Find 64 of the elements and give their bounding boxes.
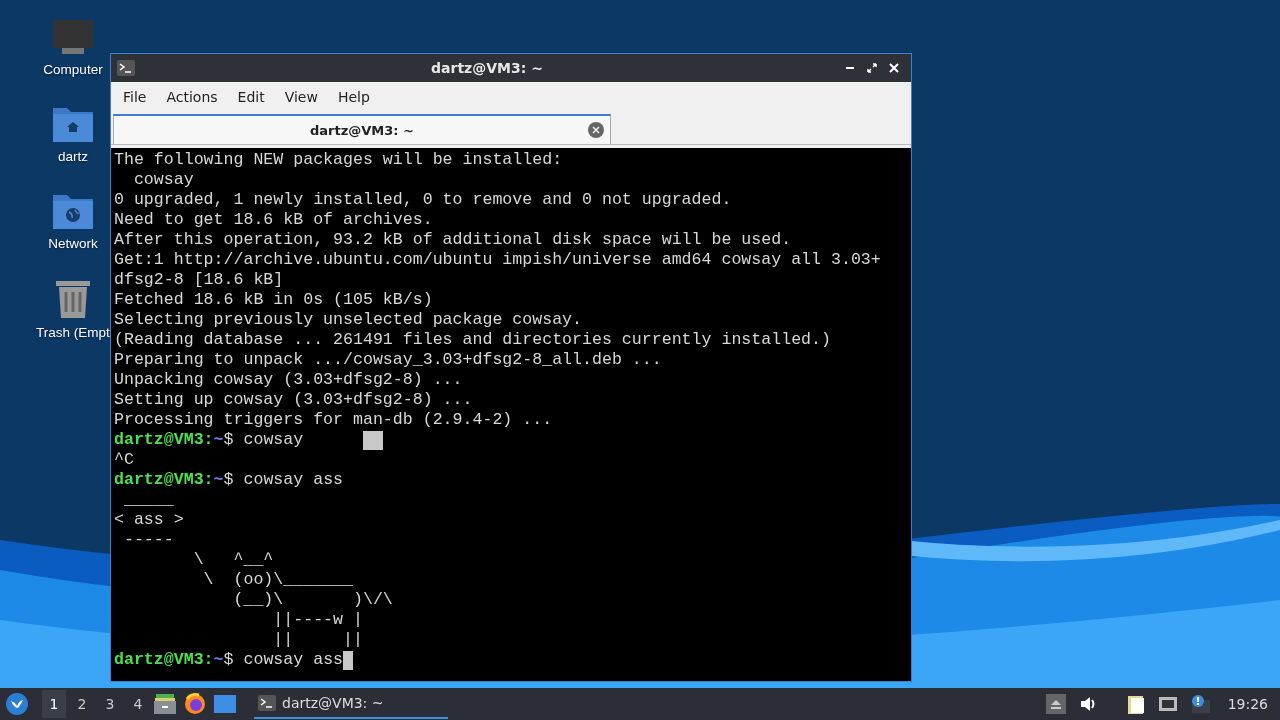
prompt-path: ~	[213, 430, 224, 450]
clipboard-icon[interactable]	[1125, 694, 1146, 714]
workspace-button[interactable]: 4	[126, 690, 150, 718]
output-line: (__)\ )\/\	[232, 590, 393, 610]
output-line: \ ^__^	[192, 550, 274, 570]
terminal-icon	[258, 695, 276, 711]
network-icon[interactable]	[1157, 694, 1178, 714]
workspace-button[interactable]: 2	[70, 690, 94, 718]
clock[interactable]: 19:26	[1227, 696, 1268, 712]
desktop-icon-label[interactable]: Computer	[43, 62, 103, 77]
output-line: Selecting previously unselected package cowsay.	[114, 310, 583, 330]
window-title: dartz@VM3: ~	[430, 60, 544, 76]
output-line: ||----w |	[272, 610, 363, 630]
output-line: The following NEW packages will be installed:	[114, 150, 563, 170]
browser-icon[interactable]	[184, 693, 206, 715]
output-line: Need to get 18.6 kB of archives.	[114, 210, 433, 230]
menu-item[interactable]: File	[113, 89, 157, 105]
output-line: -----	[122, 530, 174, 550]
output-line: _____	[122, 490, 174, 510]
output-line: (Reading database ... 261491 files and directories currently installed.)	[114, 330, 831, 350]
output-line: Unpacking cowsay (3.03+dfsg2-8) ...	[114, 370, 463, 390]
prompt-host: dartz@VM3:	[114, 650, 214, 670]
output-line: < ass >	[114, 510, 184, 530]
menu-item[interactable]: Actions	[156, 89, 228, 105]
workspace-button[interactable]: 3	[98, 690, 122, 718]
terminal-tab[interactable]: dartz@VM3: ~	[113, 114, 611, 144]
maximize-button[interactable]	[866, 62, 878, 74]
output-line: Fetched 18.6 kB in 0s (105 kB/s)	[114, 290, 433, 310]
desktop-icon-label[interactable]: dartz	[58, 149, 88, 164]
output-line: cowsay	[132, 170, 194, 190]
menu-item[interactable]: Edit	[227, 89, 275, 105]
notification-icon[interactable]	[1189, 694, 1210, 714]
output-line: Setting up cowsay (3.03+dfsg2-8) ...	[114, 390, 473, 410]
terminal-icon	[117, 60, 135, 76]
prompt-host: dartz@VM3:	[114, 470, 214, 490]
prompt-path: ~	[213, 650, 224, 670]
output-line: 0 upgraded, 1 newly installed, 0 to remove and 0 not upgraded.	[114, 190, 732, 210]
menu-item[interactable]: Help	[327, 89, 380, 105]
prompt-path: ~	[213, 470, 224, 490]
close-tab-icon[interactable]	[588, 122, 604, 138]
output-line: dfsg2-8 [18.6 kB]	[114, 270, 284, 290]
trash-icon	[54, 279, 92, 319]
desktop-icon-label[interactable]: Network	[48, 236, 98, 251]
workspace-button[interactable]: 1	[42, 690, 66, 718]
output-line: Get:1 http://archive.ubuntu.com/ubuntu impish/universe amd64 cowsay all 3.03+	[114, 250, 881, 270]
command-text: $ cowsay	[223, 430, 304, 450]
output-line: After this operation, 93.2 kB of additional disk space will be used.	[114, 230, 792, 250]
output-line: Preparing to unpack .../cowsay_3.03+dfsg2-8_all.deb ...	[114, 350, 662, 370]
home-folder-icon	[52, 105, 94, 143]
prompt-host: dartz@VM3:	[114, 430, 214, 450]
menu-item[interactable]: View	[274, 89, 328, 105]
desktop-icon-label[interactable]: Trash (Empt	[36, 325, 110, 340]
taskbar-task[interactable]: dartz@VM3: ~	[254, 689, 448, 719]
file-cabinet-icon[interactable]	[154, 694, 176, 714]
command-text: $ cowsay ass	[223, 470, 344, 490]
output-line: ^C	[114, 450, 134, 470]
monitor-icon	[52, 18, 94, 56]
output-line: \ (oo)\_______	[202, 570, 353, 590]
network-folder-icon	[52, 192, 94, 230]
output-line: || ||	[272, 630, 363, 650]
close-button[interactable]	[888, 62, 900, 74]
command-text: $ cowsay ass	[223, 650, 344, 670]
eject-icon[interactable]	[1045, 694, 1066, 714]
output-line: Processing triggers for man-db (2.9.4-2) ...	[114, 410, 553, 430]
